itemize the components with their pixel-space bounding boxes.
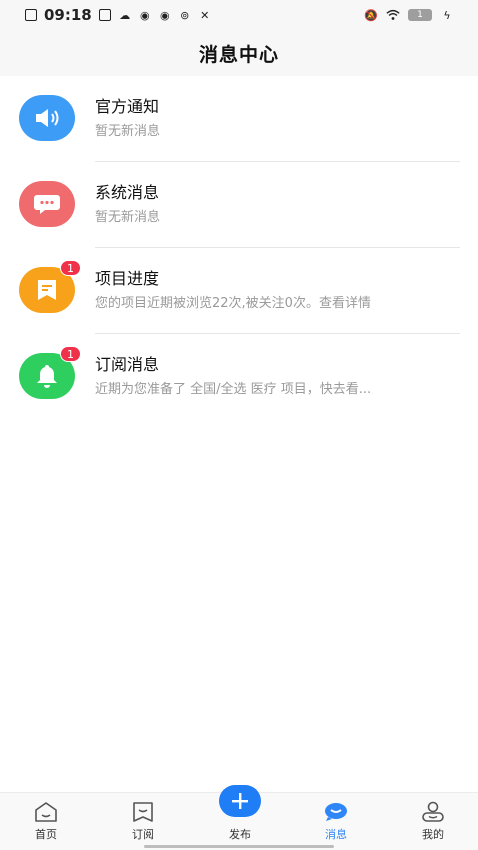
wifi-icon [386,8,400,22]
location-icon: ⊚ [180,8,190,22]
tab-messages[interactable]: 消息 [306,801,366,842]
tab-subscribe-label: 订阅 [132,828,154,841]
tab-subscribe[interactable]: 订阅 [113,801,173,842]
user-icon [422,801,444,822]
message-bubble-icon [325,803,347,821]
message-list: 官方通知 暂无新消息 系统消息 暂无新消息 1 项目进度 您的项目近期被浏览22… [0,76,478,420]
tab-mine[interactable]: 我的 [403,801,463,842]
cloud-app-icon: ☁ [119,8,131,22]
battery-icon: 1 [408,9,432,21]
message-item-subscription[interactable]: 1 订阅消息 近期为您准备了 全国/全选 医疗 项目，快去看... [0,334,478,420]
message-subtitle: 暂无新消息 [95,124,161,139]
message-subtitle: 近期为您准备了 全国/全选 医疗 项目，快去看... [95,382,372,397]
page-title: 消息中心 [198,43,279,66]
tab-home[interactable]: 首页 [16,801,76,842]
message-item-system[interactable]: 系统消息 暂无新消息 [0,162,478,248]
unread-badge: 1 [60,260,81,276]
message-title: 官方通知 [95,97,160,116]
status-time: 09:18 [44,6,92,24]
eyes-app-icon-2: ◉ [159,8,170,22]
publish-button[interactable] [219,785,261,817]
message-item-official[interactable]: 官方通知 暂无新消息 [0,76,478,162]
tools-icon: ✕ [200,8,210,22]
tab-home-label: 首页 [35,828,57,841]
unread-badge: 1 [60,346,81,362]
notification-x-icon [24,8,38,22]
header: 消息中心 [0,30,478,76]
message-subtitle: 暂无新消息 [95,210,161,225]
message-subtitle: 您的项目近期被浏览22次,被关注0次。查看详情 [95,296,371,311]
plus-icon [232,793,248,809]
message-item-progress[interactable]: 1 项目进度 您的项目近期被浏览22次,被关注0次。查看详情 [0,248,478,334]
video-app-icon [98,8,112,22]
home-indicator [144,845,334,848]
message-title: 系统消息 [95,183,160,202]
tab-messages-label: 消息 [325,828,347,841]
home-icon [35,802,57,822]
mute-bell-icon: 🔕 [364,8,378,22]
tab-mine-label: 我的 [422,828,444,841]
charging-icon: ϟ [443,8,451,22]
chat-bubble-icon [19,181,75,227]
status-bar: 09:18 ☁ ◉ ◉ ⊚ ✕ 🔕 1 ϟ [0,0,478,30]
bookmark-icon [133,802,153,822]
tab-publish-label: 发布 [229,828,251,841]
message-title: 项目进度 [95,269,160,288]
message-title: 订阅消息 [95,355,160,374]
speaker-icon [19,95,75,141]
eyes-app-icon: ◉ [139,8,150,22]
